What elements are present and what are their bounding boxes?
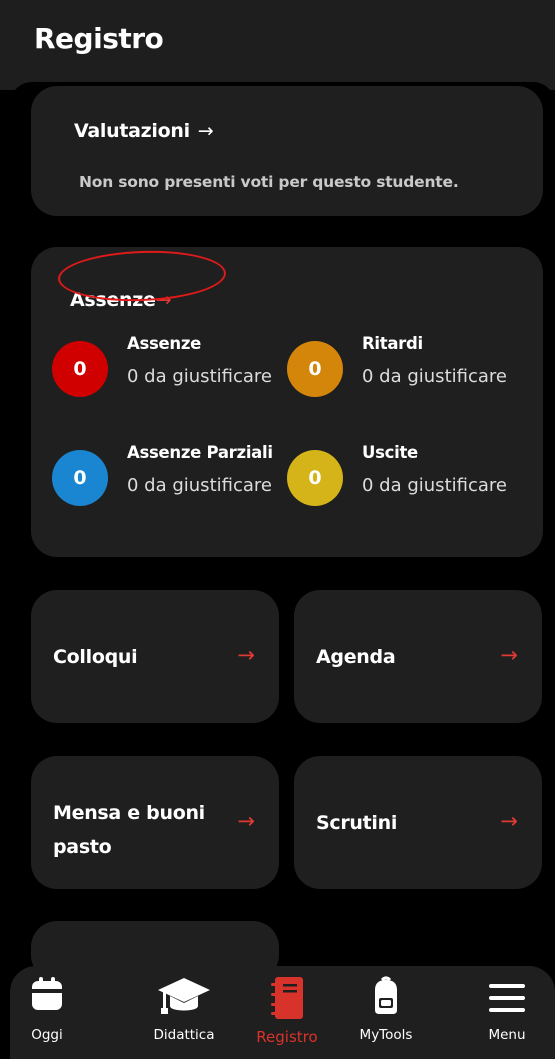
nav-label: Oggi	[31, 1027, 63, 1043]
stat-label: Assenze	[127, 334, 202, 353]
page-title: Registro	[34, 22, 164, 55]
agenda-tile[interactable]: Agenda →	[294, 590, 542, 723]
arrow-right-icon: →	[500, 809, 518, 833]
bottom-nav: Oggi Didattica Registro MyTools Menu	[10, 966, 555, 1059]
count-badge: 0	[287, 450, 343, 506]
colloqui-tile[interactable]: Colloqui →	[31, 590, 279, 723]
nav-label: Didattica	[153, 1027, 215, 1043]
nav-item-didattica[interactable]: Didattica	[134, 966, 234, 1059]
count-badge: 0	[52, 341, 108, 397]
valutazioni-card[interactable]: Valutazioni → Non sono presenti voti per …	[31, 86, 543, 216]
nav-label: MyTools	[359, 1027, 413, 1043]
arrow-right-icon: →	[197, 120, 214, 142]
arrow-right-icon: →	[237, 809, 255, 833]
nav-item-oggi[interactable]: Oggi	[0, 966, 97, 1059]
notebook-icon	[269, 976, 305, 1024]
nav-item-registro[interactable]: Registro	[237, 966, 337, 1059]
valutazioni-label: Valutazioni	[74, 120, 190, 142]
stat-label: Assenze Parziali	[127, 443, 273, 462]
mensa-tile[interactable]: Mensa e buoni pasto →	[31, 756, 279, 889]
count-badge: 0	[287, 341, 343, 397]
app-header: Registro	[0, 0, 555, 90]
arrow-right-icon: →	[237, 643, 255, 667]
hamburger-menu-icon	[487, 982, 527, 1018]
nav-label: Menu	[488, 1027, 526, 1043]
valutazioni-empty-text: Non sono presenti voti per questo studen…	[79, 173, 459, 191]
calendar-icon	[30, 976, 64, 1016]
nav-item-mytools[interactable]: MyTools	[336, 966, 436, 1059]
stat-subtext: 0 da giustificare	[127, 475, 272, 496]
colloqui-label: Colloqui	[53, 646, 138, 668]
stat-label: Ritardi	[362, 334, 423, 353]
count-badge: 0	[52, 450, 108, 506]
valutazioni-title[interactable]: Valutazioni →	[74, 120, 214, 142]
nav-item-menu[interactable]: Menu	[457, 966, 555, 1059]
scrutini-label: Scrutini	[316, 812, 398, 834]
stat-subtext: 0 da giustificare	[362, 366, 507, 387]
backpack-icon	[371, 976, 401, 1020]
scrutini-tile[interactable]: Scrutini →	[294, 756, 542, 889]
graduation-cap-icon	[156, 976, 212, 1020]
mensa-label: Mensa e buoni pasto	[53, 802, 205, 858]
agenda-label: Agenda	[316, 646, 396, 668]
stat-subtext: 0 da giustificare	[362, 475, 507, 496]
stat-label: Uscite	[362, 443, 418, 462]
arrow-right-icon: →	[500, 643, 518, 667]
stat-subtext: 0 da giustificare	[127, 366, 272, 387]
nav-label: Registro	[256, 1028, 318, 1046]
